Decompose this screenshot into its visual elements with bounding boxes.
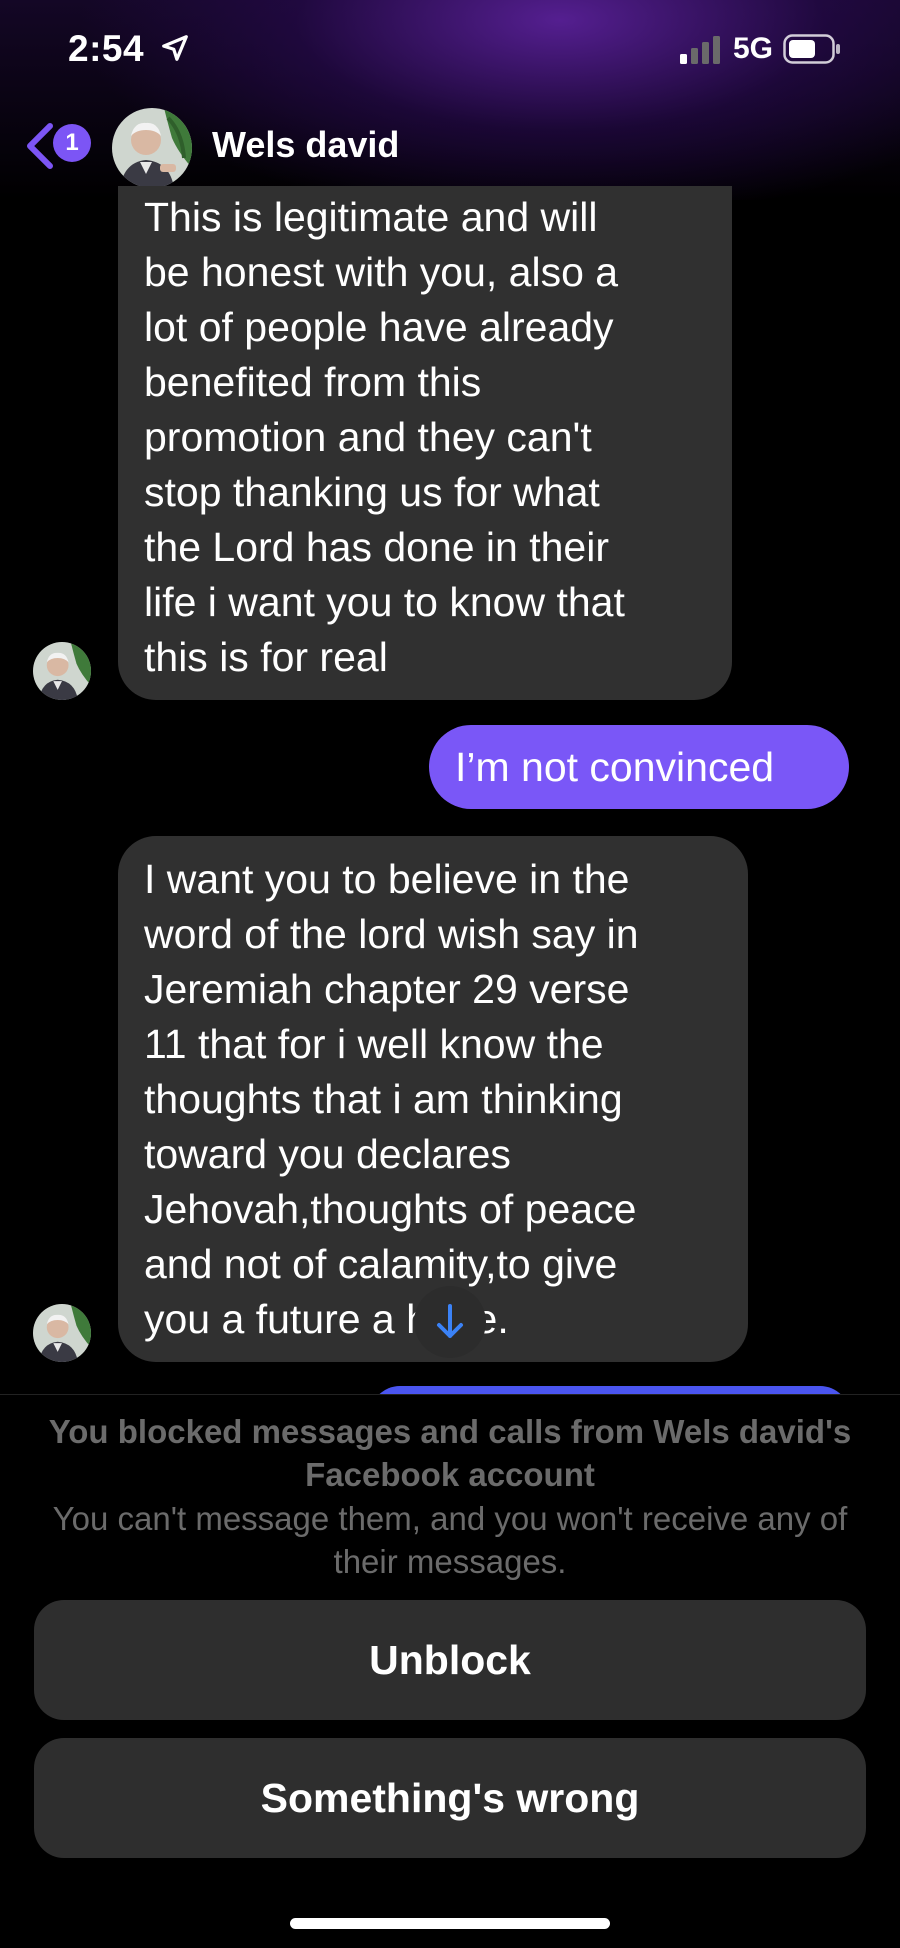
message-line: this is for real bbox=[144, 634, 388, 680]
message-line: Jehovah,thoughts of peace bbox=[144, 1186, 637, 1232]
incoming-message-bubble[interactable]: I want you to believe in the word of the… bbox=[118, 836, 748, 1362]
unblock-button-label: Unblock bbox=[369, 1636, 531, 1683]
message-line: toward you declares bbox=[144, 1131, 511, 1177]
message-line: This is legitimate and will bbox=[144, 194, 598, 240]
contact-name[interactable]: Wels david bbox=[212, 124, 399, 166]
unread-count-badge[interactable]: 1 bbox=[53, 124, 91, 162]
arrow-down-icon bbox=[437, 1304, 463, 1338]
message-line: word of the lord wish say in bbox=[144, 911, 639, 957]
message-line: lot of people have already bbox=[144, 304, 614, 350]
scroll-to-bottom-button[interactable] bbox=[414, 1286, 486, 1358]
message-line: benefited from this bbox=[144, 359, 482, 405]
message-line: stop thanking us for what bbox=[144, 469, 600, 515]
something-wrong-button[interactable]: Something's wrong bbox=[34, 1738, 866, 1858]
message-line: I want you to believe in the bbox=[144, 856, 630, 902]
outgoing-message-bubble[interactable]: I’m not convinced bbox=[429, 725, 849, 809]
incoming-message-bubble[interactable]: This is legitimate and will be honest wi… bbox=[118, 186, 732, 700]
message-line: and not of calamity,to give bbox=[144, 1241, 618, 1287]
message-line: Jeremiah chapter 29 verse bbox=[144, 966, 630, 1012]
message-line: promotion and they can't bbox=[144, 414, 592, 460]
signal-icon bbox=[680, 36, 720, 64]
message-line: 11 that for i well know the bbox=[144, 1021, 604, 1067]
status-time: 2:54 bbox=[68, 28, 145, 69]
blocked-title: You blocked messages and calls from Wels… bbox=[48, 1413, 852, 1493]
location-arrow-icon bbox=[162, 35, 188, 61]
avatar[interactable] bbox=[112, 108, 192, 188]
back-chevron-icon[interactable] bbox=[22, 122, 56, 170]
message-line: the Lord has done in their bbox=[144, 524, 609, 570]
network-label: 5G bbox=[733, 32, 774, 65]
message-line: life i want you to know that bbox=[144, 579, 625, 625]
status-bar: 2:54 5G bbox=[0, 0, 900, 100]
message-line: be honest with you, also a bbox=[144, 249, 619, 295]
message-line: thoughts that i am thinking bbox=[144, 1076, 623, 1122]
sender-avatar[interactable] bbox=[33, 642, 91, 700]
message-text: I’m not convinced bbox=[455, 744, 775, 790]
something-wrong-button-label: Something's wrong bbox=[260, 1774, 640, 1821]
battery-icon bbox=[783, 34, 840, 64]
blocked-description: You can't message them, and you won't re… bbox=[52, 1500, 848, 1580]
home-indicator[interactable] bbox=[290, 1918, 610, 1929]
unblock-button[interactable]: Unblock bbox=[34, 1600, 866, 1720]
sender-avatar[interactable] bbox=[33, 1304, 91, 1362]
